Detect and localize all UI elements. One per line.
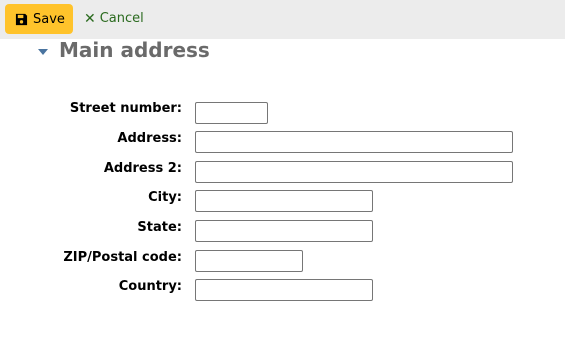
address2-label: Address 2: [103,161,182,176]
country-input[interactable] [195,279,373,301]
state-label: State: [137,220,182,235]
zip-input[interactable] [195,250,303,272]
city-input[interactable] [195,190,373,212]
street-number-input[interactable] [195,102,268,124]
country-label: Country: [118,279,182,294]
cancel-link[interactable]: ✕ Cancel [84,11,144,26]
address-input[interactable] [195,131,513,153]
toolbar: Save ✕ Cancel [0,0,565,39]
cancel-link-label: Cancel [99,11,144,26]
address-label: Address: [117,131,182,146]
city-label: City: [148,190,182,205]
section-header-main-address[interactable]: Main address [38,38,210,62]
zip-label: ZIP/Postal code: [63,250,182,265]
close-icon: ✕ [84,10,96,27]
save-button[interactable]: Save [5,4,73,34]
caret-down-icon[interactable] [38,49,48,55]
state-input[interactable] [195,220,373,242]
street-number-label: Street number: [69,101,182,116]
save-icon [15,13,28,25]
section-title: Main address [59,38,210,62]
save-button-label: Save [33,11,65,27]
address2-input[interactable] [195,161,513,183]
